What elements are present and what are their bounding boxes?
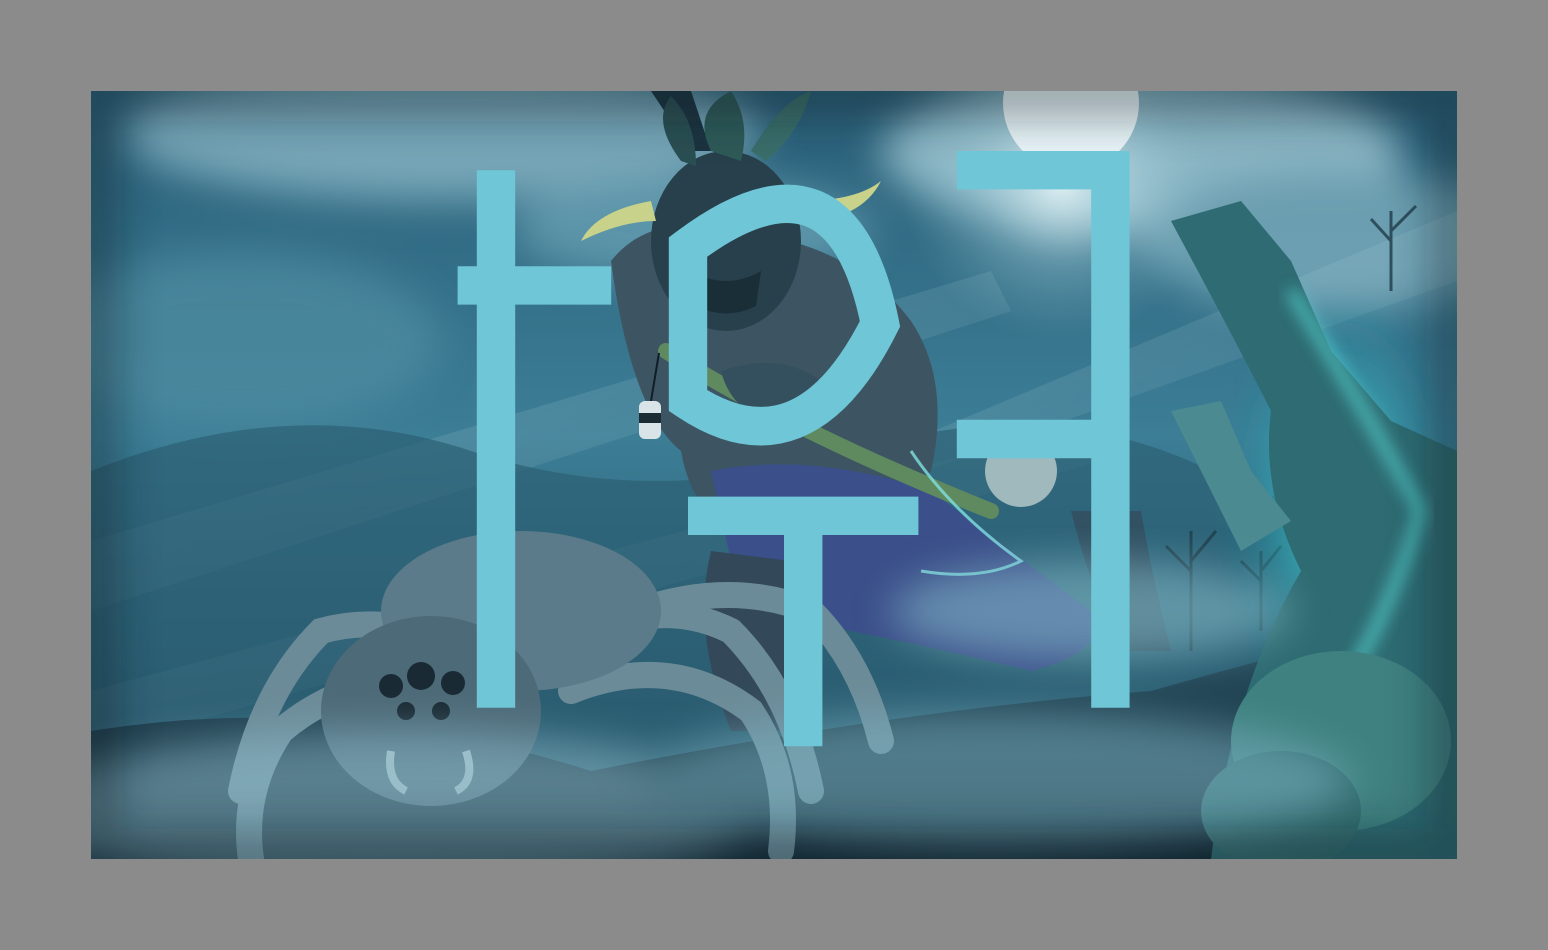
artwork-canvas xyxy=(91,91,1457,859)
artist-signature xyxy=(457,151,1130,747)
picture-frame-mat xyxy=(0,0,1548,950)
